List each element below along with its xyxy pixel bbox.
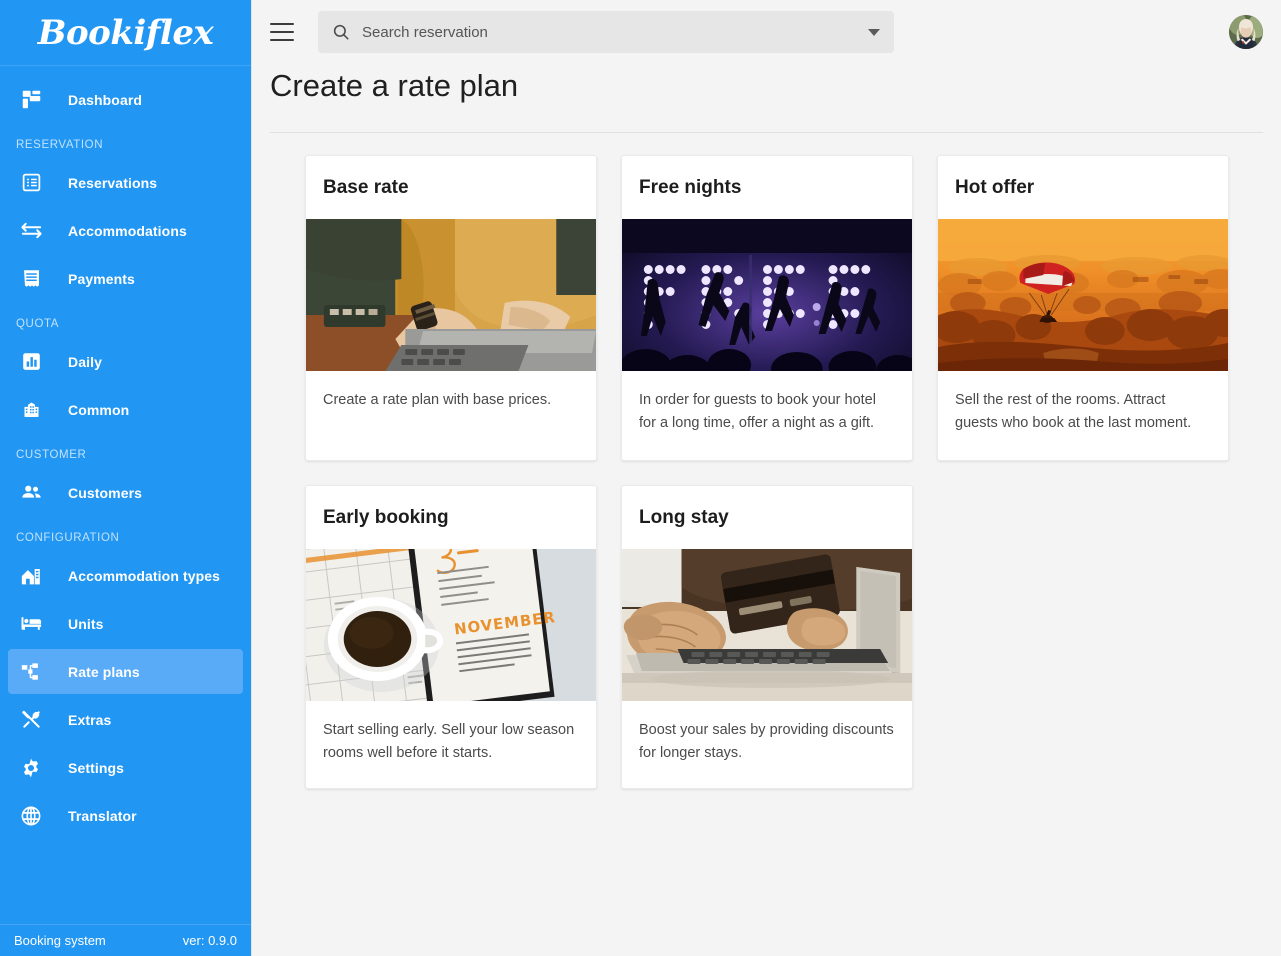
sidebar-item-label: Settings <box>68 759 125 776</box>
card-title: Free nights <box>639 177 742 198</box>
sidebar-footer: Booking system ver: 0.9.0 <box>0 924 251 956</box>
people-icon <box>16 481 46 505</box>
card-title: Hot offer <box>955 177 1035 198</box>
sidebar-item-customers[interactable]: Customers <box>8 470 243 515</box>
sidebar-item-accommodation-types[interactable]: Accommodation types <box>8 553 243 598</box>
sidebar-section-configuration: CONFIGURATION <box>16 532 120 544</box>
rate-plan-card-grid: Base rate Create a rate plan with base p… <box>305 155 1263 789</box>
sidebar-section-reservation: RESERVATION <box>16 139 104 151</box>
sidebar-item-label: Daily <box>68 353 102 370</box>
card-title: Long stay <box>639 506 729 528</box>
sidebar-item-rate-plans[interactable]: Rate plans <box>8 649 243 694</box>
card-description: In order for guests to book your hotel f… <box>639 392 876 432</box>
rate-plan-card-long-stay[interactable]: Long stay Boost your sales by providing … <box>621 484 913 789</box>
avatar[interactable] <box>1229 15 1263 49</box>
home-building-icon <box>16 564 46 588</box>
sidebar-item-extras[interactable]: Extras <box>8 697 243 742</box>
swap-arrows-icon <box>16 219 46 243</box>
main-area: Create a rate plan Base rate <box>252 0 1281 956</box>
sidebar-item-reservations[interactable]: Reservations <box>8 160 243 205</box>
gear-icon <box>16 756 46 780</box>
sidebar-item-label: Extras <box>68 711 112 728</box>
sidebar-item-label: Accommodations <box>68 222 187 239</box>
bar-chart-icon <box>16 350 46 374</box>
brand-logo[interactable]: Bookiflex <box>0 0 251 66</box>
globe-icon <box>16 804 46 828</box>
topbar <box>252 0 1281 64</box>
card-image-base-rate <box>306 219 596 371</box>
card-description: Boost your sales by providing discounts … <box>639 721 894 762</box>
building-icon <box>16 398 46 422</box>
app-root: Bookiflex Dashboard RESERVATION Reservat… <box>0 0 1281 956</box>
sidebar-item-label: Accommodation types <box>68 567 221 584</box>
card-description: Start selling early. Sell your low seaso… <box>323 721 575 762</box>
sidebar-item-label: Dashboard <box>68 91 143 108</box>
search-bar[interactable] <box>318 11 894 53</box>
page-header: Create a rate plan <box>252 64 1281 133</box>
card-image-long-stay <box>622 548 912 701</box>
sidebar-section-customer: CUSTOMER <box>16 449 87 461</box>
card-image-hot-offer <box>938 219 1228 371</box>
page-title: Create a rate plan <box>270 68 519 103</box>
sidebar-item-common[interactable]: Common <box>8 387 243 432</box>
sidebar-item-translator[interactable]: Translator <box>8 793 243 838</box>
footer-version: ver: 0.9.0 <box>182 933 237 948</box>
receipt-icon <box>16 267 46 291</box>
card-title: Early booking <box>323 506 449 528</box>
sidebar-item-label: Reservations <box>68 174 158 191</box>
sidebar-item-label: Customers <box>68 484 143 501</box>
sidebar-item-payments[interactable]: Payments <box>8 256 243 301</box>
sidebar-nav: Dashboard RESERVATION Reservations Accom… <box>0 66 251 924</box>
card-image-early-booking: NOVEMBER <box>306 548 596 701</box>
sidebar-item-label: Units <box>68 615 104 632</box>
chevron-down-icon[interactable] <box>868 28 880 36</box>
sidebar-item-label: Rate plans <box>68 663 140 680</box>
card-description: Create a rate plan with base prices. <box>323 392 552 408</box>
bed-icon <box>16 612 46 636</box>
sidebar-item-label: Translator <box>68 807 137 824</box>
list-document-icon <box>16 171 46 195</box>
sidebar: Bookiflex Dashboard RESERVATION Reservat… <box>0 0 252 956</box>
rate-plan-card-free-nights[interactable]: Free nights In order for guests to book … <box>621 155 913 461</box>
rate-plan-card-early-booking[interactable]: Early booking NOVEMBER Start selling ear… <box>305 484 597 789</box>
card-description: Sell the rest of the rooms. Attract gues… <box>955 392 1192 432</box>
card-title: Base rate <box>323 177 409 198</box>
hamburger-icon[interactable] <box>270 23 294 41</box>
sidebar-item-units[interactable]: Units <box>8 601 243 646</box>
sidebar-item-accommodations[interactable]: Accommodations <box>8 208 243 253</box>
card-image-free-nights <box>622 219 912 371</box>
content-area: Base rate Create a rate plan with base p… <box>252 133 1281 956</box>
sitemap-icon <box>16 660 46 684</box>
footer-app-name: Booking system <box>14 933 106 948</box>
dashboard-grid-icon <box>16 88 46 112</box>
search-input[interactable] <box>362 23 860 41</box>
sidebar-item-label: Payments <box>68 270 135 287</box>
sidebar-item-settings[interactable]: Settings <box>8 745 243 790</box>
sidebar-item-label: Common <box>68 401 130 418</box>
rate-plan-card-base-rate[interactable]: Base rate Create a rate plan with base p… <box>305 155 597 461</box>
sidebar-item-daily[interactable]: Daily <box>8 339 243 384</box>
rate-plan-card-hot-offer[interactable]: Hot offer Sell the rest of the rooms. At… <box>937 155 1229 461</box>
sidebar-item-dashboard[interactable]: Dashboard <box>8 77 243 122</box>
sidebar-section-quota: QUOTA <box>16 318 60 330</box>
search-icon <box>332 23 350 41</box>
brand-logo-text: Bookiflex <box>37 12 214 53</box>
fork-spoon-icon <box>16 708 46 732</box>
